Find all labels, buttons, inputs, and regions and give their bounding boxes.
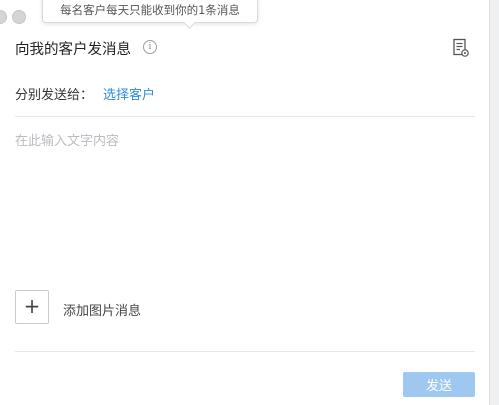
tooltip-text: 每名客户每天只能收到你的1条消息 bbox=[60, 3, 240, 17]
tooltip-arrow bbox=[183, 16, 196, 29]
page-title: 向我的客户发消息 bbox=[15, 42, 131, 58]
divider bbox=[15, 116, 475, 117]
divider bbox=[15, 351, 475, 352]
minimize-window-button[interactable] bbox=[12, 10, 26, 24]
select-customer-link[interactable]: 选择客户 bbox=[103, 84, 155, 103]
message-input[interactable] bbox=[15, 130, 475, 270]
info-tooltip: 每名客户每天只能收到你的1条消息 bbox=[42, 0, 258, 29]
info-icon[interactable]: i bbox=[143, 40, 157, 54]
recipients-label: 分别发送给： bbox=[15, 88, 94, 103]
add-image-label: 添加图片消息 bbox=[63, 304, 142, 319]
document-settings-icon[interactable] bbox=[452, 38, 470, 58]
close-window-button[interactable] bbox=[0, 10, 7, 24]
message-dialog: 每名客户每天只能收到你的1条消息 向我的客户发消息 i 分别发送给： 选择客户 … bbox=[0, 0, 490, 405]
send-button[interactable]: 发送 bbox=[403, 372, 475, 397]
add-image-button[interactable]: + bbox=[15, 290, 49, 324]
